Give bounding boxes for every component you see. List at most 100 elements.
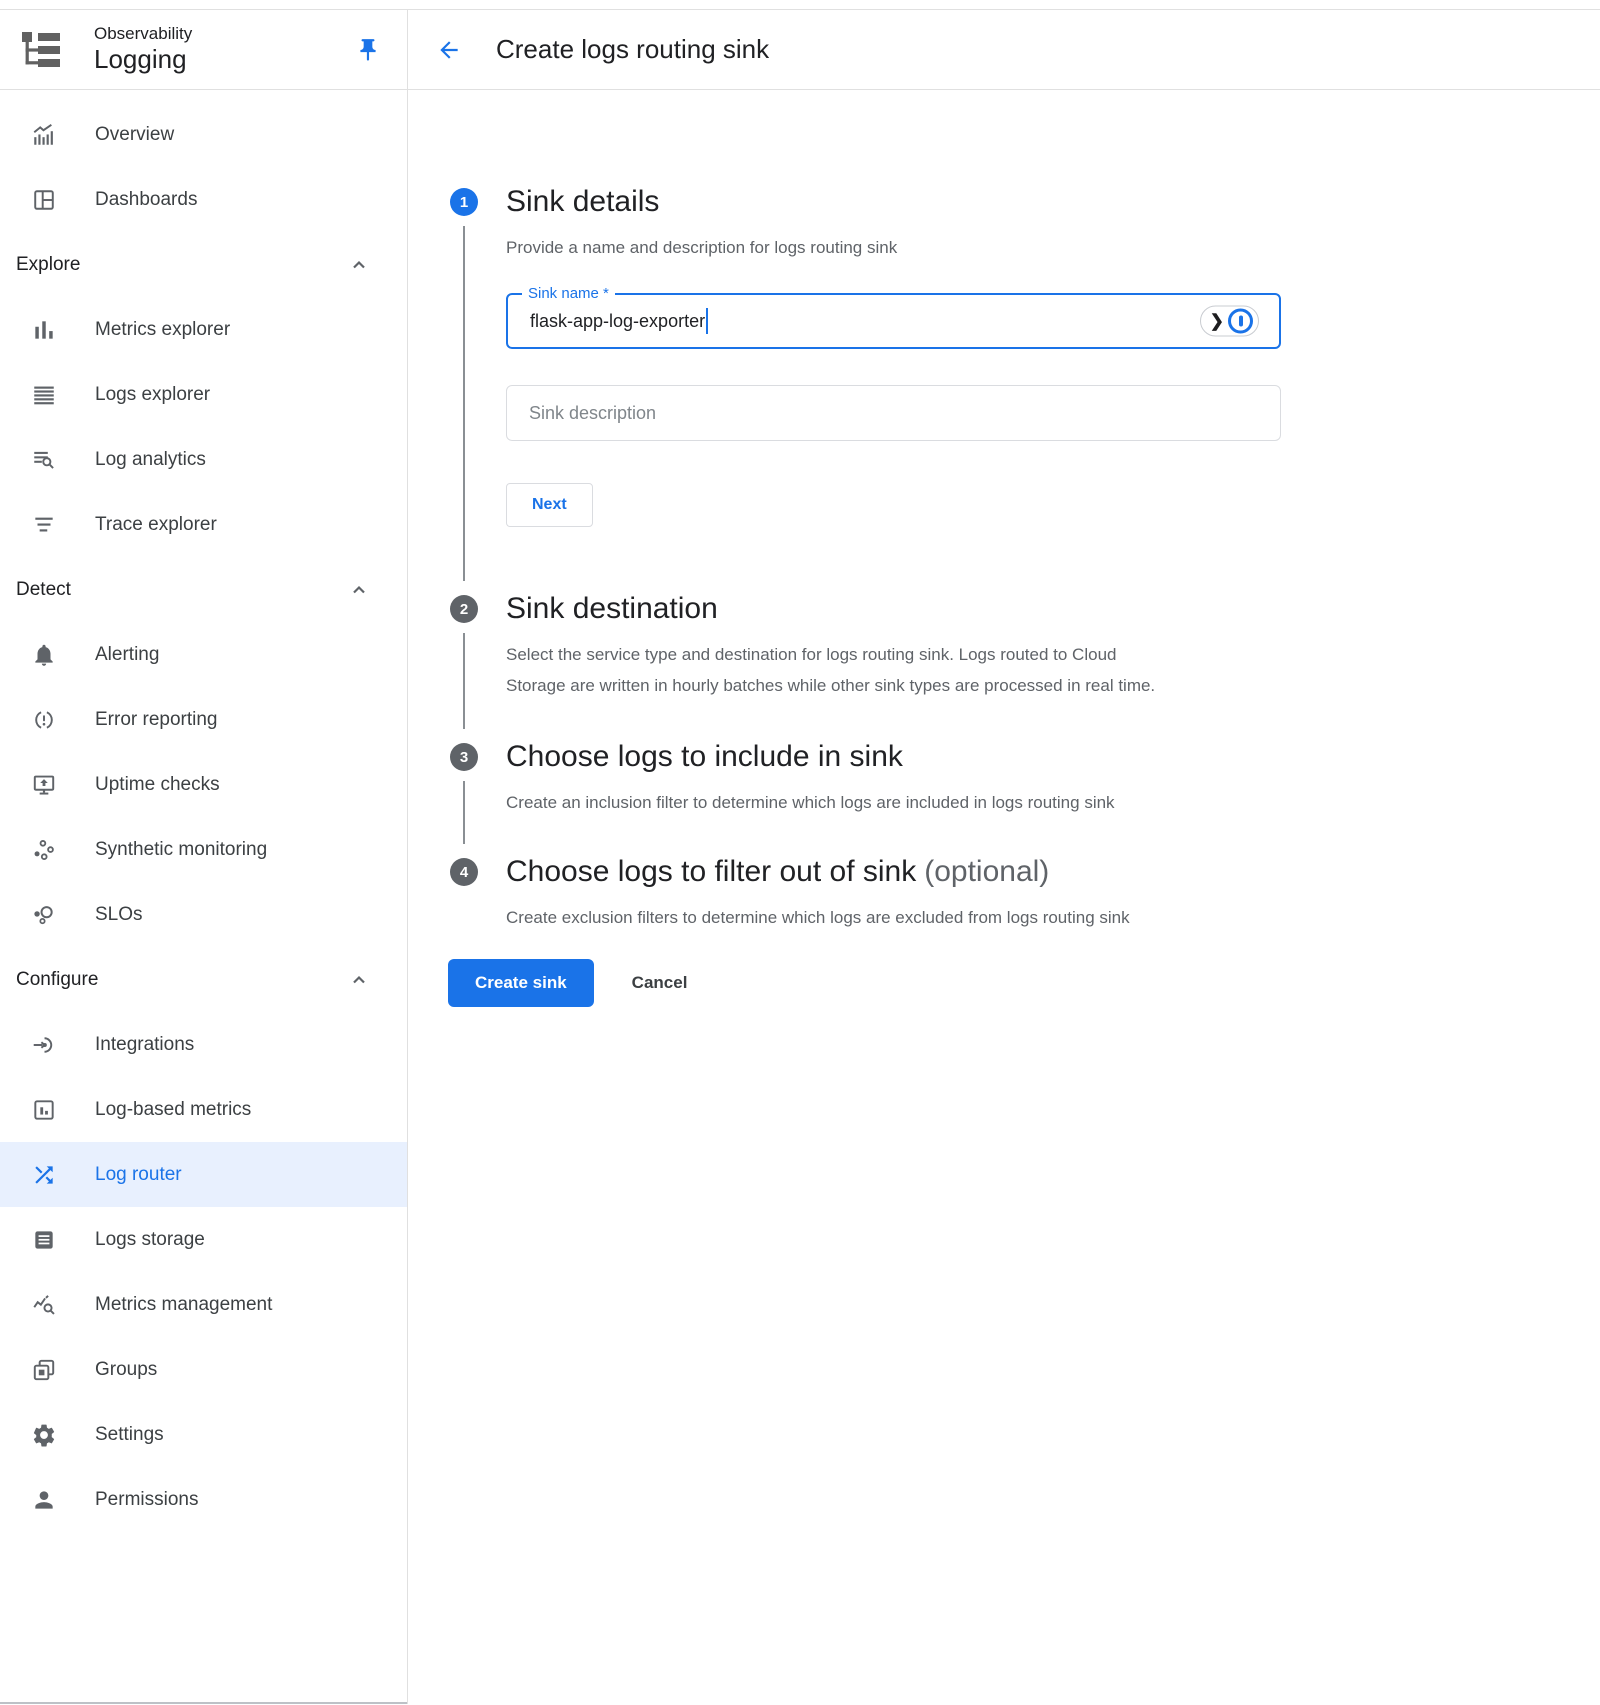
top-divider [0,0,1600,10]
step-3-description: Create an inclusion filter to determine … [506,787,1194,818]
sidebar-item-alerting[interactable]: Alerting [0,622,407,687]
step-4-description: Create exclusion filters to determine wh… [506,902,1131,933]
sidebar-section-detect: Detect [0,557,407,622]
main-panel: Create logs routing sink 1 Sink details … [408,10,1600,1704]
sink-name-value: flask-app-log-exporter [530,311,705,332]
product-name: Observability [94,24,192,44]
trace-explorer-icon [31,512,57,538]
logs-storage-icon [31,1227,57,1253]
step-choose-logs-include: 3 Choose logs to include in sink Create … [408,737,1600,852]
pin-icon[interactable] [355,37,381,63]
section-label: Explore [16,254,80,276]
create-sink-button[interactable]: Create sink [448,959,594,1007]
sidebar-item-label: Permissions [95,1489,198,1511]
sidebar-item-label: Log analytics [95,449,206,471]
sidebar-item-uptime-checks[interactable]: Uptime checks [0,752,407,817]
sidebar-item-slos[interactable]: SLOs [0,882,407,947]
step-2-indicator: 2 [450,595,478,623]
sidebar-item-label: Groups [95,1359,157,1381]
sidebar-item-log-based-metrics[interactable]: Log-based metrics [0,1077,407,1142]
sidebar-item-label: Error reporting [95,709,218,731]
sidebar-item-log-analytics[interactable]: Log analytics [0,427,407,492]
sidebar-item-metrics-management[interactable]: Metrics management [0,1272,407,1337]
sink-name-field[interactable]: Sink name * flask-app-log-exporter ❯ [506,293,1281,349]
step-sink-details: 1 Sink details Provide a name and descri… [408,182,1600,589]
sidebar-item-permissions[interactable]: Permissions [0,1467,407,1532]
next-button[interactable]: Next [506,483,593,527]
sidebar-item-synthetic-monitoring[interactable]: Synthetic monitoring [0,817,407,882]
bell-icon [31,642,57,668]
sidebar-item-overview[interactable]: Overview [0,102,407,167]
step-4-indicator: 4 [450,858,478,886]
sidebar-item-label: Metrics management [95,1294,272,1316]
sidebar-item-trace-explorer[interactable]: Trace explorer [0,492,407,557]
sidebar-item-label: Integrations [95,1034,194,1056]
sidebar-section-explore: Explore [0,232,407,297]
slos-icon [31,902,57,928]
sidebar-section-configure: Configure [0,947,407,1012]
sidebar-header: Observability Logging [0,10,407,90]
step-2-title: Sink destination [506,589,1600,629]
onepassword-logo-icon [1228,309,1253,334]
sidebar-item-error-reporting[interactable]: Error reporting [0,687,407,752]
section-label: Configure [16,969,98,991]
sidebar-item-metrics-explorer[interactable]: Metrics explorer [0,297,407,362]
sidebar-item-label: Alerting [95,644,159,666]
back-arrow-icon[interactable] [436,37,462,63]
observability-tree-icon [18,26,66,74]
sidebar-item-label: Trace explorer [95,514,217,536]
overview-icon [31,122,57,148]
step-1-indicator: 1 [450,188,478,216]
synthetic-monitoring-icon [31,837,57,863]
sidebar-item-label: Overview [95,124,174,146]
sidebar-item-groups[interactable]: Groups [0,1337,407,1402]
sidebar-item-label: Log router [95,1164,182,1186]
groups-icon [31,1357,57,1383]
sidebar-item-label: Metrics explorer [95,319,230,341]
sidebar-nav: Overview Dashboards Explore Metrics expl… [0,90,407,1532]
log-router-shuffle-icon [31,1162,57,1188]
log-analytics-icon [31,447,57,473]
sidebar-item-integrations[interactable]: Integrations [0,1012,407,1077]
step-2-description: Select the service type and destination … [506,639,1178,701]
section-name: Logging [94,45,192,75]
step-1-title: Sink details [506,182,1600,222]
logs-explorer-icon [31,382,57,408]
sidebar-item-dashboards[interactable]: Dashboards [0,167,407,232]
step-2-connector [463,633,465,729]
sink-description-input[interactable] [506,385,1281,441]
sidebar-item-log-router[interactable]: Log router [0,1142,407,1207]
sidebar-item-settings[interactable]: Settings [0,1402,407,1467]
product-title-block: Observability Logging [94,24,192,75]
text-caret [706,308,708,334]
form-actions: Create sink Cancel [448,959,1600,1007]
sink-name-label: Sink name * [522,285,615,302]
sidebar-item-logs-storage[interactable]: Logs storage [0,1207,407,1272]
sidebar-item-label: Synthetic monitoring [95,839,267,861]
step-choose-logs-filter-out: 4 Choose logs to filter out of sink(opti… [408,852,1600,933]
sidebar-item-label: SLOs [95,904,143,926]
sink-stepper: 1 Sink details Provide a name and descri… [408,90,1600,1007]
page-title: Create logs routing sink [496,34,769,65]
chevron-right-icon: ❯ [1210,313,1224,330]
onepassword-autofill-icon[interactable]: ❯ [1200,306,1259,337]
sidebar-item-logs-explorer[interactable]: Logs explorer [0,362,407,427]
chevron-up-icon[interactable] [347,253,371,277]
chevron-up-icon[interactable] [347,968,371,992]
metrics-management-icon [31,1292,57,1318]
sidebar-item-label: Uptime checks [95,774,220,796]
integrations-icon [31,1032,57,1058]
log-based-metrics-icon [31,1097,57,1123]
step-3-connector [463,781,465,844]
optional-tag: (optional) [924,855,1049,888]
sidebar-item-label: Settings [95,1424,164,1446]
sidebar-item-label: Logs explorer [95,384,210,406]
step-4-title: Choose logs to filter out of sink(option… [506,852,1600,892]
person-icon [31,1487,57,1513]
cancel-button[interactable]: Cancel [632,973,688,993]
step-1-connector [463,226,465,581]
gear-icon [31,1422,57,1448]
step-sink-destination: 2 Sink destination Select the service ty… [408,589,1600,737]
chevron-up-icon[interactable] [347,578,371,602]
section-label: Detect [16,579,71,601]
